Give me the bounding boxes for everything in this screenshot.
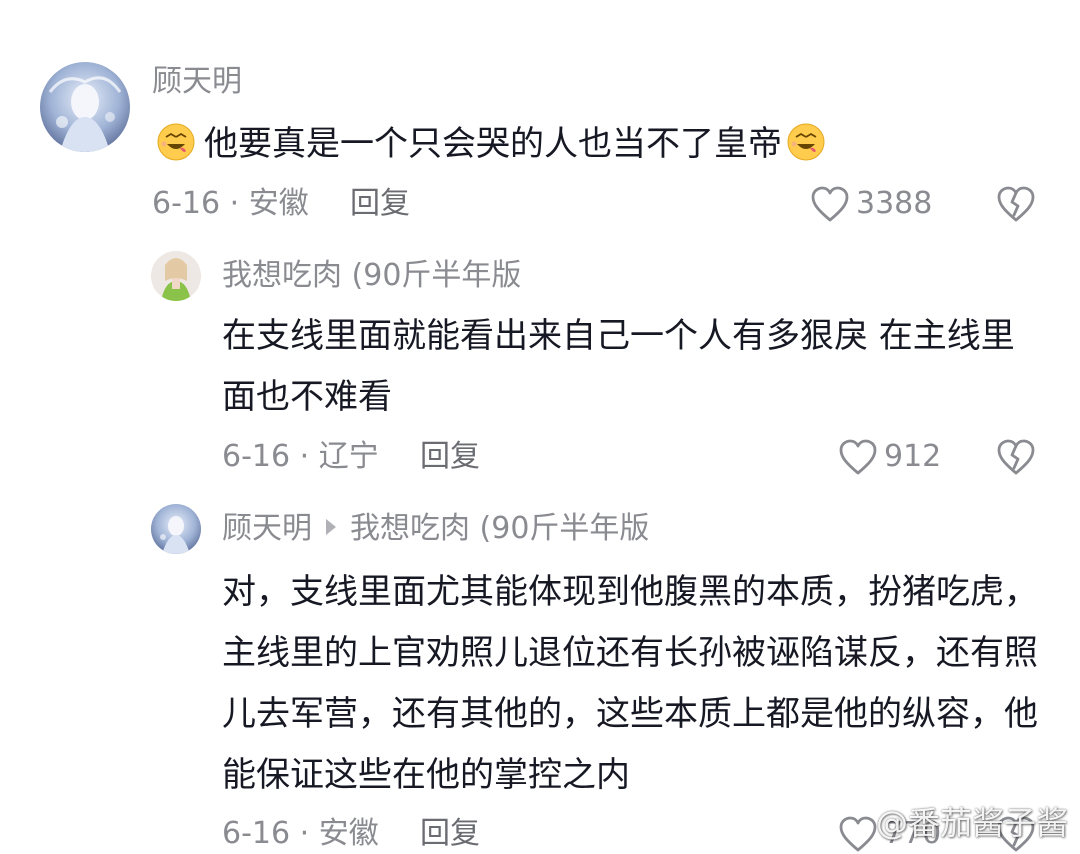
comment-date-location: 6-16 · 安徽 [222,816,379,851]
reply-to-username[interactable]: 我想吃肉 (90斤半年版 [350,511,649,546]
comment-username[interactable]: 顾天明 [152,64,242,100]
avatar[interactable] [151,251,201,301]
comment-date-location: 6-16 · 辽宁 [222,439,379,474]
watermark: @番茄酱子酱 [875,804,1068,842]
avatar[interactable] [40,62,130,152]
reply-button[interactable]: 回复 [350,184,410,224]
broken-heart-icon [997,439,1035,475]
avatar[interactable] [151,504,201,554]
drooling-face-emoji-icon [786,122,826,162]
heart-outline-icon [839,439,877,475]
comment-username-line: 顾天明 我想吃肉 (90斤半年版 [222,511,649,547]
dislike-button[interactable] [996,438,1036,476]
like-button[interactable]: 3388 [810,184,932,224]
comment-text-body: 他要真是一个只会哭的人也当不了皇帝 [204,124,782,164]
dislike-button[interactable] [996,185,1036,223]
heart-outline-icon [811,186,849,222]
reply-button[interactable]: 回复 [420,437,480,477]
comment-text: 对，支线里面尤其能体现到他腹黑的本质，扮猪吃虎，主线里的上官劝照儿退位还有长孙被… [222,572,1038,795]
broken-heart-icon [997,186,1035,222]
like-count: 3388 [856,186,933,221]
like-button[interactable]: 912 [838,437,941,477]
comment-thread-page: { "comments": [ { "username": "顾天明", "te… [0,0,1080,852]
caret-right-icon [326,518,336,535]
heart-outline-icon [839,816,877,852]
drooling-face-emoji-icon [156,122,196,162]
comment-username[interactable]: 顾天明 [222,511,312,546]
comment-text: 在支线里面就能看出来自己一个人有多狠戾 在主线里面也不难看 [222,316,1015,417]
comment-username[interactable]: 我想吃肉 (90斤半年版 [222,258,521,294]
reply-button[interactable]: 回复 [420,814,480,854]
comment-date-location: 6-16 · 安徽 [152,186,309,221]
like-count: 912 [884,439,942,474]
comment-text: 他要真是一个只会哭的人也当不了皇帝 [156,114,1056,175]
